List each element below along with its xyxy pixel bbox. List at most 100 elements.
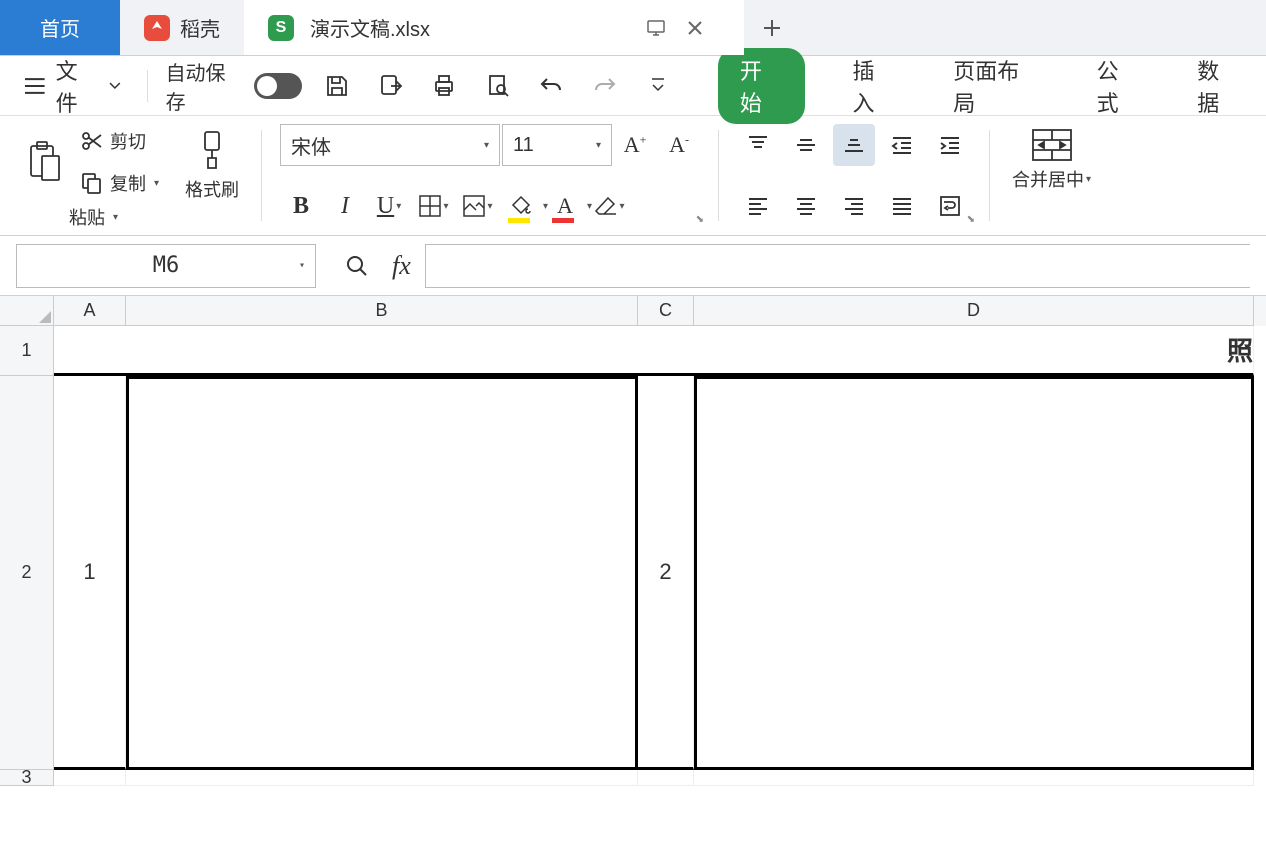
- cell-style-button[interactable]: ▾: [456, 185, 498, 227]
- cell-C2[interactable]: 2: [638, 376, 694, 770]
- select-all-corner[interactable]: [0, 296, 54, 326]
- ribbon-tab-data[interactable]: 数据: [1187, 50, 1250, 122]
- col-header-B[interactable]: B: [126, 296, 638, 326]
- tab-document[interactable]: S 演示文稿.xlsx: [244, 0, 744, 55]
- spreadsheet-grid: A B C D 1 照 2 1 2 3: [0, 296, 1266, 786]
- italic-icon: I: [341, 193, 349, 220]
- group-align: ⬊: [731, 124, 977, 227]
- export-pdf-button[interactable]: [373, 68, 408, 104]
- font-dialog-launcher[interactable]: ⬊: [696, 214, 704, 225]
- increase-font-icon: A+: [624, 132, 647, 158]
- cell-title[interactable]: 照: [54, 326, 1254, 376]
- align-justify-button[interactable]: [881, 185, 923, 227]
- col-header-D[interactable]: D: [694, 296, 1254, 326]
- save-button[interactable]: [320, 68, 355, 104]
- close-tab-icon[interactable]: [686, 19, 704, 37]
- tab-document-label: 演示文稿.xlsx: [310, 13, 430, 42]
- font-color-icon: A: [557, 193, 573, 219]
- fill-color-icon: [509, 194, 533, 218]
- decrease-indent-icon: [891, 134, 913, 156]
- cell-C3[interactable]: [638, 770, 694, 786]
- row-header-2[interactable]: 2: [0, 376, 54, 770]
- tab-docer[interactable]: 稻壳: [120, 0, 244, 55]
- align-dialog-launcher[interactable]: ⬊: [967, 214, 975, 225]
- ribbon-tab-insert[interactable]: 插入: [843, 50, 906, 122]
- align-left-button[interactable]: [737, 185, 779, 227]
- align-right-icon: [843, 195, 865, 217]
- align-bottom-button[interactable]: [833, 124, 875, 166]
- cell-B2[interactable]: [126, 376, 638, 770]
- align-left-icon: [747, 195, 769, 217]
- align-middle-button[interactable]: [785, 124, 827, 166]
- col-header-C[interactable]: C: [638, 296, 694, 326]
- increase-indent-icon: [939, 134, 961, 156]
- row-header-3[interactable]: 3: [0, 770, 54, 786]
- row-3: 3: [0, 770, 1266, 786]
- present-icon[interactable]: [646, 18, 666, 38]
- decrease-indent-button[interactable]: [881, 124, 923, 166]
- clear-format-button[interactable]: ▾: [588, 185, 630, 227]
- column-headers: A B C D: [0, 296, 1266, 326]
- format-painter-button[interactable]: 格式刷: [181, 124, 243, 206]
- cell-B3[interactable]: [126, 770, 638, 786]
- formula-input[interactable]: [425, 244, 1250, 288]
- ribbon-tab-formula[interactable]: 公式: [1087, 50, 1150, 122]
- file-menu[interactable]: 文件: [16, 54, 129, 118]
- print-preview-button[interactable]: [480, 68, 515, 104]
- brush-icon: [193, 128, 231, 172]
- autosave-toggle[interactable]: [254, 73, 301, 99]
- align-center-button[interactable]: [785, 185, 827, 227]
- bold-icon: B: [293, 193, 309, 220]
- qat-customize-button[interactable]: [640, 68, 675, 104]
- scissors-icon: [80, 129, 104, 153]
- font-name-select[interactable]: 宋体▾: [280, 124, 500, 166]
- print-button[interactable]: [426, 68, 461, 104]
- align-top-button[interactable]: [737, 124, 779, 166]
- group-font: 宋体▾ 11▾ A+ A- B I U▾ ▾ ▾ ▾ A▾ ▾ ⬊: [274, 124, 706, 227]
- merge-center-button[interactable]: 合并居中▾: [1008, 124, 1095, 196]
- wrap-text-button[interactable]: [929, 185, 971, 227]
- cut-button[interactable]: 剪切: [74, 124, 165, 158]
- align-center-icon: [795, 195, 817, 217]
- paste-button[interactable]: [22, 136, 68, 188]
- bold-button[interactable]: B: [280, 185, 322, 227]
- font-size-select[interactable]: 11▾: [502, 124, 612, 166]
- cell-D3[interactable]: [694, 770, 1254, 786]
- row-header-1[interactable]: 1: [0, 326, 54, 376]
- copy-button[interactable]: 复制▾: [74, 166, 165, 200]
- increase-font-button[interactable]: A+: [614, 124, 656, 166]
- fx-icon[interactable]: fx: [392, 251, 411, 281]
- align-top-icon: [747, 134, 769, 156]
- paste-dropdown[interactable]: 粘贴▾: [22, 200, 165, 234]
- ribbon-tab-start[interactable]: 开始: [718, 48, 805, 124]
- tab-home-label: 首页: [40, 13, 80, 42]
- file-menu-label: 文件: [56, 54, 99, 118]
- align-justify-icon: [891, 195, 913, 217]
- font-color-button[interactable]: A▾: [544, 185, 586, 227]
- undo-button[interactable]: [533, 68, 568, 104]
- borders-icon: [418, 194, 442, 218]
- cell-A3[interactable]: [54, 770, 126, 786]
- name-box[interactable]: M6▾: [16, 244, 316, 288]
- autosave-label: 自动保存: [166, 57, 245, 115]
- docer-icon: [144, 15, 170, 41]
- align-right-button[interactable]: [833, 185, 875, 227]
- italic-button[interactable]: I: [324, 185, 366, 227]
- tab-home[interactable]: 首页: [0, 0, 120, 55]
- cell-A2[interactable]: 1: [54, 376, 126, 770]
- redo-button[interactable]: [587, 68, 622, 104]
- underline-icon: U: [377, 193, 394, 220]
- ribbon-tab-page-layout[interactable]: 页面布局: [943, 50, 1048, 122]
- hamburger-icon: [24, 77, 46, 95]
- find-in-formula-button[interactable]: [336, 245, 378, 287]
- decrease-font-icon: A-: [669, 132, 689, 158]
- increase-indent-button[interactable]: [929, 124, 971, 166]
- fill-color-button[interactable]: ▾: [500, 185, 542, 227]
- wrap-text-icon: [939, 195, 961, 217]
- cell-D2[interactable]: [694, 376, 1254, 770]
- decrease-font-button[interactable]: A-: [658, 124, 700, 166]
- borders-button[interactable]: ▾: [412, 185, 454, 227]
- merge-icon: [1031, 128, 1073, 162]
- col-header-A[interactable]: A: [54, 296, 126, 326]
- underline-button[interactable]: U▾: [368, 185, 410, 227]
